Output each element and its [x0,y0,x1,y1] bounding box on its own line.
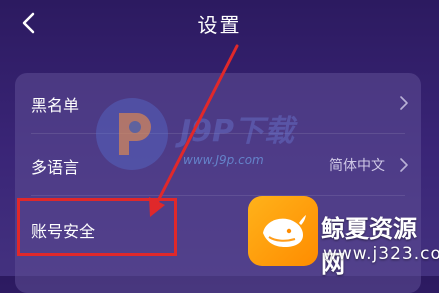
chevron-right-icon [400,158,408,172]
settings-item-label: 多语言 [31,158,80,177]
whale-icon [263,215,306,247]
top-bar: 设置 [0,0,439,48]
page-title: 设置 [197,13,242,37]
settings-item-value: 简体中文 [329,158,385,174]
watermark-logo-icon [96,98,168,170]
brand-logo [248,196,318,266]
chevron-right-icon [400,96,408,110]
divider [31,195,405,196]
watermark-text: J9P下载 [180,114,295,149]
settings-item-label: 黑名单 [31,96,80,115]
highlight-box [17,198,177,256]
brand-url: www.j323.com [323,244,439,264]
watermark-url: www.J9p.com [183,153,264,167]
